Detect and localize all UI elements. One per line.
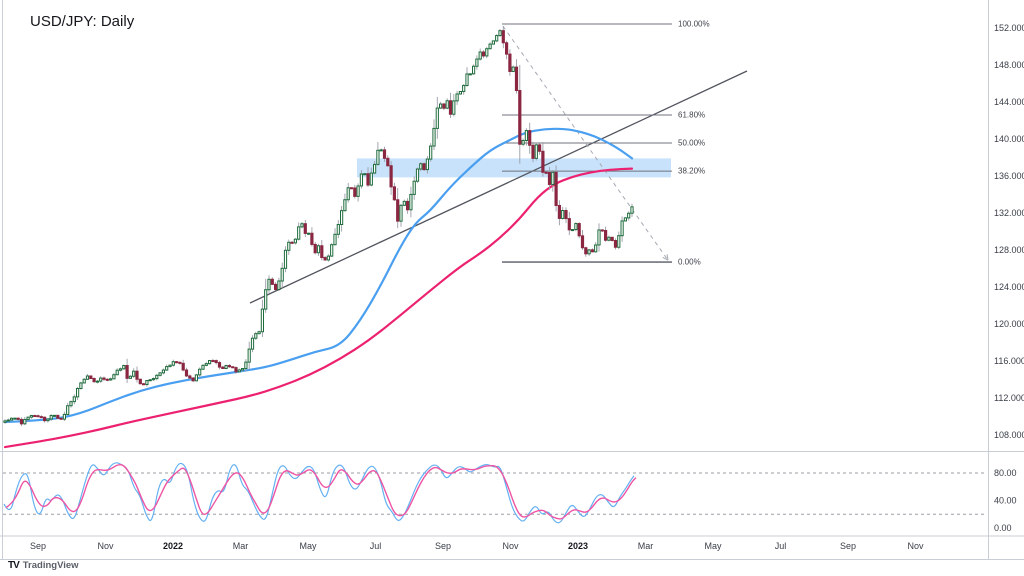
fib-label: 100.00%: [678, 20, 710, 29]
tradingview-logo[interactable]: TV TradingView: [8, 560, 79, 571]
fib-label: 50.00%: [678, 138, 705, 147]
chart-canvas[interactable]: 100.00% 61.80% 50.00% 38.20% 0.00%152.000148…: [0, 0, 1024, 576]
fib-label: 38.20%: [678, 167, 705, 176]
price-axis[interactable]: [988, 0, 1024, 559]
tradingview-brand-label: TradingView: [23, 560, 79, 571]
pane-borders: [0, 0, 1024, 560]
axis-labels: 152.000148.000144.000140.000136.000132.0…: [30, 23, 1024, 551]
fib-label: 0.00%: [678, 258, 701, 267]
stochastic-pane: [3, 463, 985, 523]
tradingview-chart-window: USD/JPY: Daily 100.00% 61.80% 50.00% 38.20%…: [0, 0, 1024, 576]
tradingview-logo-icon: TV: [8, 560, 19, 571]
candlesticks: [4, 26, 633, 426]
chart-title: USD/JPY: Daily: [30, 13, 134, 30]
time-axis[interactable]: [0, 536, 988, 559]
fib-label: 61.80%: [678, 110, 705, 119]
